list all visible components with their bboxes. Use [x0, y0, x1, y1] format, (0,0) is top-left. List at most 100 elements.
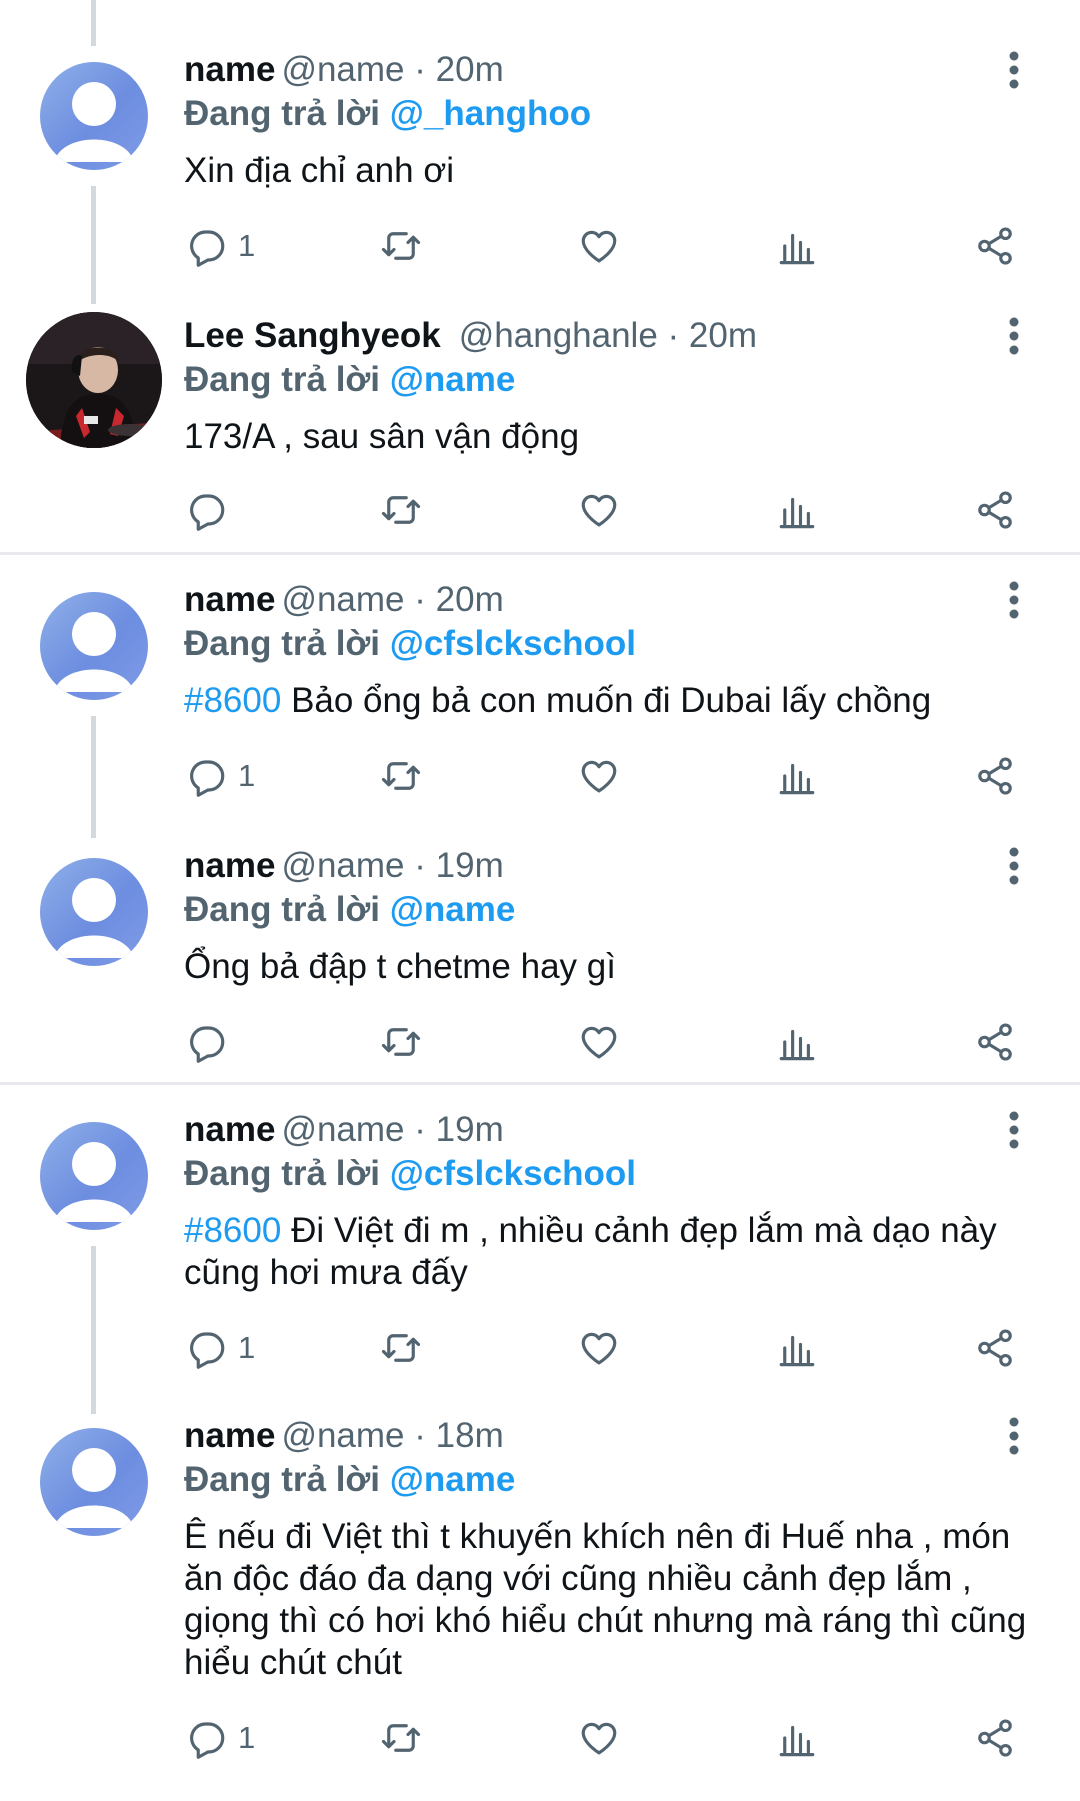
- default-avatar-icon[interactable]: [40, 592, 148, 700]
- views-button[interactable]: [776, 1710, 818, 1766]
- reply-button[interactable]: 1: [186, 218, 255, 274]
- share-button[interactable]: [974, 482, 1016, 538]
- tweet[interactable]: name @name · 19m Đang trả lời @name Ổng b…: [0, 822, 1080, 1082]
- default-avatar-icon[interactable]: [40, 62, 148, 170]
- more-options-button[interactable]: [994, 842, 1034, 890]
- reply-button[interactable]: 1: [186, 1710, 255, 1766]
- more-options-button[interactable]: [994, 1412, 1034, 1460]
- replying-to-label: Đang trả lời: [184, 624, 381, 663]
- tweet[interactable]: name @name · 20m Đang trả lời @cfslckscho…: [0, 556, 1080, 822]
- retweet-button[interactable]: [380, 482, 422, 538]
- retweet-button[interactable]: [380, 1710, 422, 1766]
- more-options-button[interactable]: [994, 576, 1034, 624]
- like-button[interactable]: [578, 482, 620, 538]
- hashtag-link[interactable]: #8600: [184, 681, 281, 720]
- views-button[interactable]: [776, 1320, 818, 1376]
- reply-target-link[interactable]: @cfslckschool: [390, 1154, 636, 1193]
- handle[interactable]: @name: [281, 1110, 404, 1149]
- more-vertical-icon: [1009, 317, 1019, 355]
- display-name[interactable]: Lee Sanghyeok: [184, 316, 441, 355]
- more-options-button[interactable]: [994, 312, 1034, 360]
- like-button[interactable]: [578, 1014, 620, 1070]
- default-avatar-icon[interactable]: [40, 858, 148, 966]
- share-button[interactable]: [974, 1710, 1016, 1766]
- display-name[interactable]: name: [184, 1110, 275, 1149]
- reply-button[interactable]: 1: [186, 748, 255, 804]
- handle[interactable]: @hanghanle: [459, 316, 658, 355]
- views-button[interactable]: [776, 482, 818, 538]
- reply-button[interactable]: 1: [186, 1320, 255, 1376]
- reply-button[interactable]: [186, 482, 238, 538]
- profile-photo-avatar[interactable]: [26, 312, 162, 448]
- retweet-button[interactable]: [380, 218, 422, 274]
- retweet-icon: [381, 1724, 421, 1752]
- reply-target-link[interactable]: @name: [390, 890, 516, 929]
- like-button[interactable]: [578, 1710, 620, 1766]
- tweet[interactable]: Lee Sanghyeok @hanghanle · 20m Đang trả l…: [0, 300, 1080, 552]
- heart-icon: [581, 1332, 617, 1365]
- heart-icon: [581, 494, 617, 527]
- reply-target-link[interactable]: @name: [390, 1460, 516, 1499]
- reply-count: 1: [238, 228, 256, 263]
- tweet[interactable]: name @name · 18m Đang trả lời @name Ê nếu…: [0, 1392, 1080, 1801]
- display-name[interactable]: name: [184, 580, 275, 619]
- like-button[interactable]: [578, 748, 620, 804]
- separator-dot: ·: [404, 846, 436, 885]
- share-button[interactable]: [974, 1014, 1016, 1070]
- reply-button[interactable]: [186, 1014, 238, 1070]
- share-button[interactable]: [974, 748, 1016, 804]
- retweet-button[interactable]: [380, 1320, 422, 1376]
- retweet-icon: [381, 762, 421, 790]
- handle[interactable]: @name: [281, 580, 404, 619]
- heart-icon: [581, 760, 617, 793]
- hashtag-link[interactable]: #8600: [184, 1211, 281, 1250]
- tweet-header: name @name · 18m: [184, 1414, 984, 1458]
- display-name[interactable]: name: [184, 846, 275, 885]
- timestamp[interactable]: 20m: [689, 316, 757, 355]
- tweet-actions: 1: [0, 1710, 1080, 1766]
- reply-target-link[interactable]: @_hanghoo: [390, 94, 591, 133]
- separator-dot: ·: [404, 50, 436, 89]
- tweet-body: 173/A , sau sân vận động: [184, 417, 580, 456]
- tweet-text: #8600 Đi Việt đi m , nhiều cảnh đẹp lắm …: [184, 1210, 1044, 1294]
- handle[interactable]: @name: [281, 50, 404, 89]
- tweet-header: Lee Sanghyeok @hanghanle · 20m: [184, 314, 984, 358]
- like-button[interactable]: [578, 1320, 620, 1376]
- default-avatar-icon[interactable]: [40, 1428, 148, 1536]
- timestamp[interactable]: 20m: [436, 50, 504, 89]
- timestamp[interactable]: 20m: [436, 580, 504, 619]
- timestamp[interactable]: 19m: [436, 1110, 504, 1149]
- share-icon: [978, 1719, 1012, 1757]
- tweet-actions: 1: [0, 218, 1080, 274]
- timestamp[interactable]: 18m: [436, 1416, 504, 1455]
- retweet-button[interactable]: [380, 1014, 422, 1070]
- share-button[interactable]: [974, 1320, 1016, 1376]
- tweet-header: name @name · 19m: [184, 844, 984, 888]
- retweet-button[interactable]: [380, 748, 422, 804]
- tweet-actions: 1: [0, 1320, 1080, 1376]
- more-vertical-icon: [1009, 1111, 1019, 1149]
- replying-to: Đang trả lời @_hanghoo: [184, 92, 1040, 136]
- share-icon: [978, 1329, 1012, 1367]
- share-button[interactable]: [974, 218, 1016, 274]
- timestamp[interactable]: 19m: [436, 846, 504, 885]
- views-button[interactable]: [776, 218, 818, 274]
- more-options-button[interactable]: [994, 46, 1034, 94]
- handle[interactable]: @name: [281, 846, 404, 885]
- replying-to-label: Đang trả lời: [184, 94, 381, 133]
- separator-dot: ·: [404, 1416, 436, 1455]
- tweet[interactable]: name @name · 19m Đang trả lời @cfslckscho…: [0, 1086, 1080, 1392]
- reply-icon: [190, 1332, 225, 1369]
- more-vertical-icon: [1009, 51, 1019, 89]
- like-button[interactable]: [578, 218, 620, 274]
- display-name[interactable]: name: [184, 50, 275, 89]
- more-options-button[interactable]: [994, 1106, 1034, 1154]
- tweet[interactable]: name @name · 20m Đang trả lời @_hanghoo X…: [0, 0, 1080, 300]
- reply-target-link[interactable]: @name: [390, 360, 516, 399]
- views-button[interactable]: [776, 1014, 818, 1070]
- display-name[interactable]: name: [184, 1416, 275, 1455]
- reply-target-link[interactable]: @cfslckschool: [390, 624, 636, 663]
- default-avatar-icon[interactable]: [40, 1122, 148, 1230]
- views-button[interactable]: [776, 748, 818, 804]
- handle[interactable]: @name: [281, 1416, 404, 1455]
